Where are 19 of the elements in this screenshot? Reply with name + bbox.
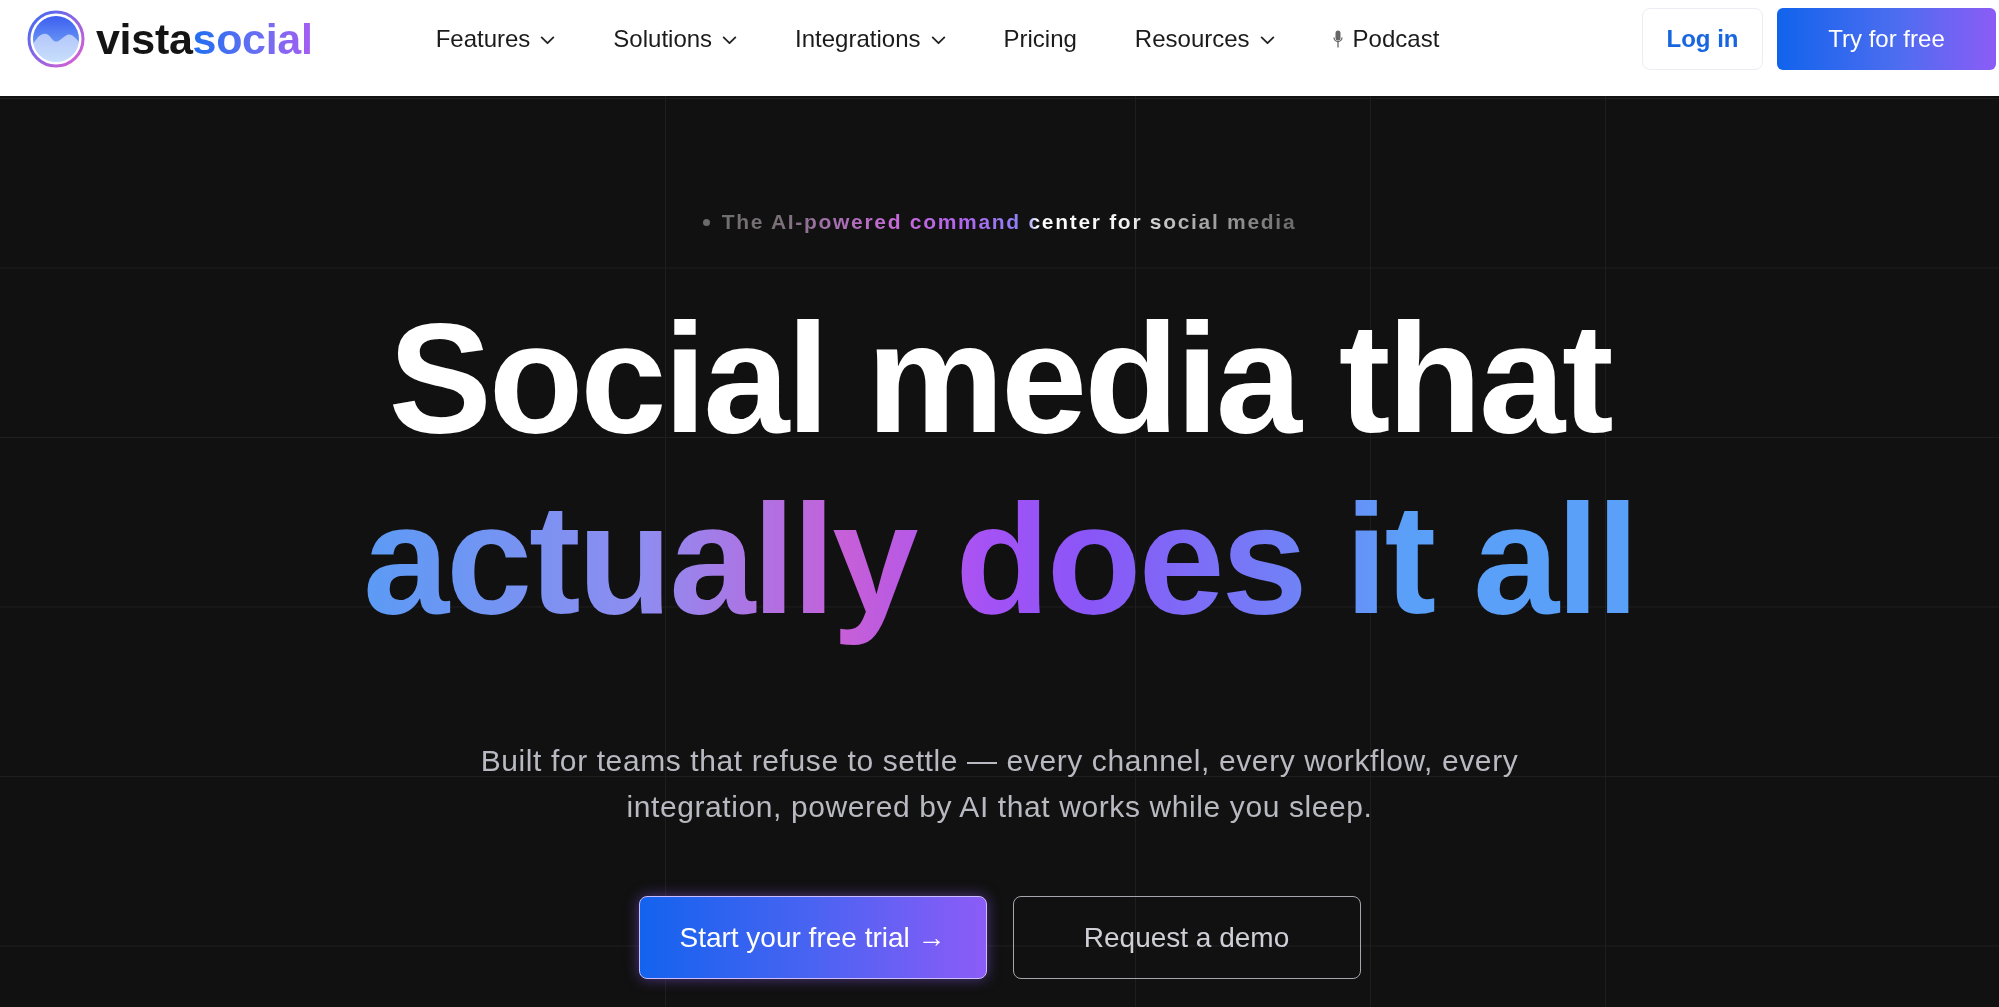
- nav-link[interactable]: Podcast: [1332, 24, 1440, 54]
- headline-line: Social media that: [388, 291, 1611, 467]
- try-free-button[interactable]: Try for free: [1777, 8, 1996, 70]
- chevron-down-icon: [1259, 36, 1275, 45]
- chevron-down-icon: [930, 36, 946, 45]
- request-demo-button[interactable]: Request a demo: [1012, 896, 1361, 979]
- logo-icon: [27, 10, 85, 68]
- nav-link[interactable]: Integrations: [795, 24, 946, 54]
- start-trial-button[interactable]: Start your free trial →: [638, 896, 987, 979]
- subtitle-text: Built for teams that refuse to settle — every channel, every workflow, every integration, powered by AI that works while you sleep.: [479, 743, 1520, 825]
- microphone-icon: [1332, 30, 1343, 48]
- nav-link[interactable]: Resources: [1134, 24, 1275, 54]
- chevron-down-icon: [722, 36, 738, 45]
- nav-link[interactable]: Features: [435, 24, 556, 54]
- login-button[interactable]: Log in: [1642, 8, 1763, 70]
- chevron-down-icon: [540, 36, 556, 45]
- dot-icon: [702, 218, 710, 226]
- nav-link[interactable]: Pricing: [1003, 24, 1077, 54]
- nav-link[interactable]: Solutions: [613, 24, 738, 54]
